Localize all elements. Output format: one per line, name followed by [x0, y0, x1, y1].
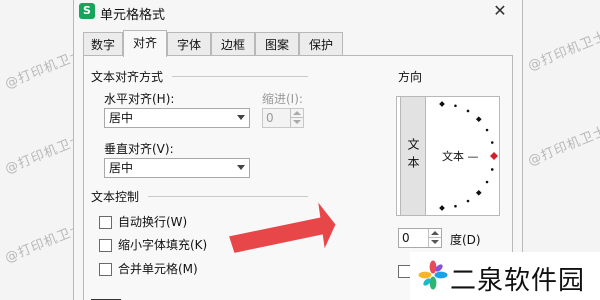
chevron-down-icon — [237, 115, 245, 120]
tab-protection[interactable]: 保护 — [299, 32, 343, 56]
vertical-align-value: 居中 — [109, 161, 134, 175]
shrink-to-fit-checkbox[interactable] — [99, 239, 112, 252]
wrap-text-checkbox[interactable] — [99, 216, 112, 229]
dial-dot — [485, 180, 489, 184]
wrap-text-label: 自动换行(W) — [118, 215, 188, 229]
dial-dot — [485, 128, 489, 132]
merge-cells-option[interactable]: 合并单元格(M) — [99, 261, 249, 277]
tab-bar: 数字 对齐 字体 边框 图案 保护 — [83, 30, 522, 57]
dial-dot — [439, 101, 445, 107]
degree-label: 度(D) — [450, 233, 481, 247]
divider — [148, 196, 308, 197]
shrink-to-fit-option[interactable]: 缩小字体填充(K) — [99, 237, 249, 253]
wrap-text-option[interactable]: 自动换行(W) — [99, 214, 249, 230]
dial-dot — [490, 168, 494, 171]
title-bar: S 单元格格式 ✕ — [74, 0, 522, 26]
indent-value: 0 — [266, 111, 274, 125]
orientation-section-title: 方向 — [398, 70, 423, 84]
horizontal-align-label: 水平对齐(H): — [104, 92, 175, 106]
orientation-marker-icon[interactable] — [490, 152, 498, 160]
tab-border[interactable]: 边框 — [211, 32, 255, 56]
dial-dot — [475, 116, 482, 123]
horizontal-align-value: 居中 — [109, 111, 134, 125]
indent-stepper[interactable]: 0 — [262, 108, 304, 128]
dial-dot — [490, 141, 494, 144]
indent-label: 缩进(I): — [262, 92, 303, 106]
orientation-dial[interactable]: 文本 — — [432, 96, 502, 216]
vertical-align-label: 垂直对齐(V): — [104, 142, 174, 156]
watermark: @打印机卫士 — [525, 28, 600, 75]
pinwheel-logo-icon — [418, 260, 448, 290]
spreadsheet-app-icon: S — [79, 3, 95, 19]
merge-cells-label: 合并单元格(M) — [118, 262, 198, 276]
divider — [172, 76, 308, 77]
dial-dot — [454, 204, 457, 208]
merge-cells-checkbox[interactable] — [99, 263, 112, 276]
chevron-down-icon — [237, 165, 245, 170]
tab-number[interactable]: 数字 — [83, 32, 123, 56]
vertical-text-button[interactable]: 文本 — [400, 96, 426, 216]
dial-dot — [466, 109, 470, 113]
tab-pattern[interactable]: 图案 — [255, 32, 299, 56]
dial-dot — [466, 199, 470, 203]
stepper-down-icon[interactable] — [428, 237, 441, 247]
close-icon[interactable]: ✕ — [490, 1, 510, 21]
alignment-section-title: 文本对齐方式 — [91, 70, 164, 84]
degree-value: 0 — [402, 231, 410, 245]
brand-name: 二泉软件园 — [450, 266, 586, 296]
tab-font[interactable]: 字体 — [167, 32, 211, 56]
vertical-align-select[interactable]: 居中 — [104, 158, 250, 178]
tab-alignment[interactable]: 对齐 — [123, 30, 167, 57]
dial-dot — [454, 104, 457, 108]
dialog-title: 单元格格式 — [100, 8, 166, 23]
degree-stepper[interactable]: 0 — [398, 228, 442, 248]
dial-text: 文本 — — [442, 149, 479, 163]
dial-dot — [475, 189, 482, 196]
dial-dot — [439, 205, 445, 211]
text-control-section-title: 文本控制 — [91, 190, 140, 204]
brand-logo: 二泉软件园 — [410, 252, 600, 300]
watermark: @打印机卫士 — [525, 123, 600, 170]
stepper-down-icon[interactable] — [290, 117, 303, 127]
shrink-to-fit-label: 缩小字体填充(K) — [118, 238, 208, 252]
horizontal-align-select[interactable]: 居中 — [104, 108, 250, 128]
